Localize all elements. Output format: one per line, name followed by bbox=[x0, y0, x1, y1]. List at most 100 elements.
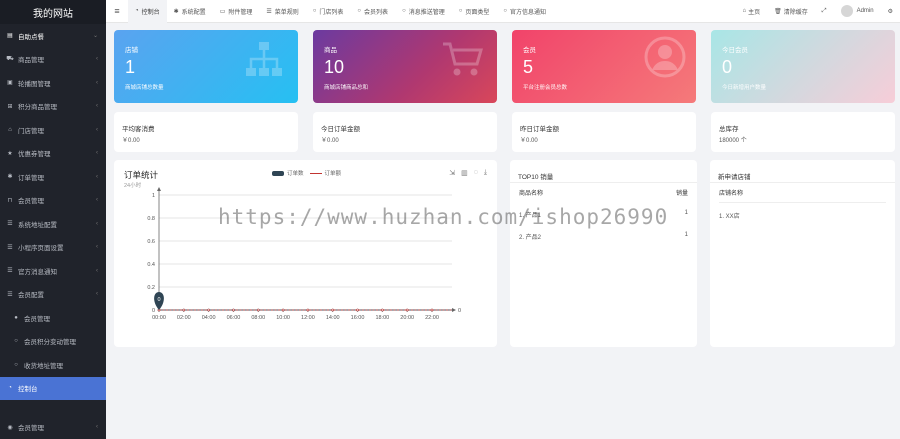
card-value: 5 bbox=[523, 57, 534, 77]
tab-0[interactable]: ◔ 控制台 bbox=[128, 0, 167, 23]
sidebar-item-label: 会员管理 bbox=[18, 425, 44, 433]
tab-label: 菜单规则 bbox=[274, 9, 299, 16]
user-menu[interactable]: Admin bbox=[834, 5, 881, 17]
sidebar-item-14[interactable]: ○ 收货地址管理 bbox=[0, 353, 106, 377]
stat-card-products[interactable]: 商品 10 商城店铺商品总和 bbox=[313, 30, 497, 103]
info-value: 180000 个 bbox=[719, 138, 747, 144]
app: 我的网站 ▤ 自助点餐 ⌄ ⛟ 商品管理 ‹ ▣ 轮播图管理 ‹ ⊞ 积分商品管理 ‹ ⌂ 门店管理 ‹ ★ 优… bbox=[0, 0, 900, 439]
chevron-left-icon: ‹ bbox=[96, 424, 98, 431]
tab-3[interactable]: ☰ 菜单规则 bbox=[259, 0, 305, 23]
sidebar-item-label: 优惠券管理 bbox=[18, 151, 51, 159]
list-item[interactable]: 1. XX店 bbox=[719, 211, 740, 220]
card-desc: 商城店铺总数量 bbox=[125, 85, 164, 91]
chevron-left-icon: ‹ bbox=[96, 126, 98, 133]
sidebar-item-label: 官方消息通知 bbox=[18, 268, 57, 276]
menu-toggle-icon[interactable]: ≡ bbox=[106, 6, 128, 16]
order-chart-panel: 0 0.2 0.4 0.6 0.8 1 00:00 02:00 04:00 06:00 08:00 1… bbox=[114, 160, 497, 347]
sidebar-item-13[interactable]: ○ 会员积分变动管理 bbox=[0, 330, 106, 354]
sidebar-item-label: 积分商品管理 bbox=[18, 104, 57, 112]
info-card-stock: 总库存 180000 个 bbox=[711, 112, 895, 152]
sidebar-item-3[interactable]: ⊞ 积分商品管理 ‹ bbox=[0, 95, 106, 119]
tab-label: 会员列表 bbox=[364, 9, 389, 16]
download-icon[interactable]: ⤓ bbox=[484, 169, 487, 177]
sitemap-icon bbox=[246, 42, 282, 76]
stat-card-members[interactable]: 会员 5 平台注册会员总数 bbox=[512, 30, 696, 103]
data-point bbox=[381, 308, 384, 312]
tab-7[interactable]: ○ 页面类型 bbox=[452, 0, 497, 23]
tab-1[interactable]: ✱ 系统配置 bbox=[167, 0, 213, 23]
sidebar-item-6[interactable]: ✱ 订单管理 ‹ bbox=[0, 165, 106, 189]
legend-label-amount[interactable]: 订单额 bbox=[325, 169, 342, 177]
divider bbox=[719, 202, 886, 203]
chevron-left-icon: ‹ bbox=[96, 79, 98, 86]
sidebar-item-7[interactable]: ⊓ 会员管理 ‹ bbox=[0, 189, 106, 213]
sidebar-item-15[interactable]: ◔ 控制台 bbox=[0, 376, 106, 400]
tab-5[interactable]: ○ 会员列表 bbox=[350, 0, 395, 23]
sidebar-item-5[interactable]: ★ 优惠券管理 ‹ bbox=[0, 142, 106, 166]
tab-label: 门店列表 bbox=[319, 9, 344, 16]
sidebar-item-8[interactable]: ☰ 系统地址配置 ‹ bbox=[0, 212, 106, 236]
sidebar-item-label: 收货地址管理 bbox=[24, 362, 63, 370]
tab-2[interactable]: ▭ 附件管理 bbox=[213, 0, 260, 23]
tab-8[interactable]: ○ 官方信息通知 bbox=[496, 0, 553, 23]
sidebar-item-9[interactable]: ☰ 小程序页面设置 ‹ bbox=[0, 236, 106, 260]
tab-6[interactable]: ○ 消息推送管理 bbox=[395, 0, 452, 23]
x-tick-label: 12:00 bbox=[301, 315, 315, 321]
clear-cache-button[interactable]: 🗑 清除缓存 bbox=[767, 7, 815, 16]
data-point bbox=[306, 308, 310, 312]
info-value: ￥0.00 bbox=[122, 138, 140, 144]
sidebar-item-label: 自助点餐 bbox=[18, 33, 44, 41]
legend-label-orders[interactable]: 订单数 bbox=[287, 169, 304, 177]
tab-label: 控制台 bbox=[141, 9, 160, 16]
row-sales: 1 bbox=[684, 210, 688, 216]
bar-chart-icon[interactable]: ▥ bbox=[461, 169, 468, 177]
sidebar-item-11[interactable]: ☰ 会员配置 ‹ bbox=[0, 283, 106, 307]
user-circle-icon bbox=[644, 36, 686, 78]
card-label: 店铺 bbox=[125, 47, 138, 54]
stat-card-stores[interactable]: 店铺 1 商城店铺总数量 bbox=[114, 30, 298, 103]
list-icon: ☰ bbox=[266, 8, 272, 15]
sidebar-item-12[interactable]: ● 会员管理 bbox=[0, 306, 106, 330]
chart-toolbox: ⇲ ▥ ◌ ⤓ bbox=[449, 169, 487, 177]
data-point bbox=[182, 308, 186, 312]
y-tick-label: 0.4 bbox=[147, 262, 155, 268]
sidebar-item-label: 门店管理 bbox=[18, 127, 44, 135]
panel-title: 新申请店铺 bbox=[718, 174, 751, 181]
tab-label: 附件管理 bbox=[228, 9, 253, 16]
sidebar-item-2[interactable]: ▣ 轮播图管理 ‹ bbox=[0, 71, 106, 95]
sidebar-item-member-bottom[interactable]: ◉ 会员管理 ‹ bbox=[0, 415, 106, 439]
restore-icon[interactable]: ◌ bbox=[474, 169, 478, 177]
y-tick-label: 0 bbox=[152, 308, 155, 314]
info-label: 昨日订单金额 bbox=[520, 126, 559, 133]
home-link[interactable]: ⌂ 主页 bbox=[736, 7, 768, 16]
sidebar-item-10[interactable]: ☰ 官方消息通知 ‹ bbox=[0, 259, 106, 283]
sidebar: 我的网站 ▤ 自助点餐 ⌄ ⛟ 商品管理 ‹ ▣ 轮播图管理 ‹ ⊞ 积分商品管理 ‹ ⌂ 门店管理 ‹ ★ 优… bbox=[0, 0, 106, 439]
chart-subtitle: 24小时 bbox=[124, 183, 142, 189]
sidebar-item-4[interactable]: ⌂ 门店管理 ‹ bbox=[0, 118, 106, 142]
line-chart-icon[interactable]: ⇲ bbox=[449, 169, 455, 177]
card-value: 1 bbox=[125, 57, 136, 77]
settings-button[interactable]: ⚙ bbox=[881, 8, 900, 15]
avatar bbox=[840, 5, 853, 17]
chevron-left-icon: ‹ bbox=[96, 173, 98, 180]
chart-title: 订单统计 bbox=[124, 170, 159, 180]
fullscreen-button[interactable]: ⤢ bbox=[815, 8, 834, 15]
sidebar-item-label: 小程序页面设置 bbox=[18, 245, 64, 253]
legend-swatch-amount[interactable] bbox=[309, 172, 322, 174]
tab-4[interactable]: ○ 门店列表 bbox=[306, 0, 351, 23]
sidebar-item-0[interactable]: ▤ 自助点餐 ⌄ bbox=[0, 24, 106, 48]
sidebar-item-label: 会员积分变动管理 bbox=[24, 339, 76, 347]
x-tick-label: 18:00 bbox=[375, 315, 389, 321]
new-stores-panel: 新申请店铺 店铺名称 1. XX店 bbox=[710, 160, 895, 347]
stat-card-today-members[interactable]: 今日会员 0 今日新增用户数量 bbox=[711, 30, 895, 103]
circle-icon: ○ bbox=[14, 361, 18, 368]
chevron-left-icon: ‹ bbox=[96, 267, 98, 274]
col-header-store-name: 店铺名称 bbox=[719, 191, 744, 197]
legend-swatch-orders[interactable] bbox=[272, 170, 284, 176]
data-point bbox=[207, 308, 210, 312]
sidebar-item-1[interactable]: ⛟ 商品管理 ‹ bbox=[0, 48, 106, 72]
info-value: ￥0.00 bbox=[520, 138, 538, 144]
table-row[interactable]: 2. 产品2 1 bbox=[519, 232, 688, 241]
chevron-left-icon: ‹ bbox=[96, 244, 98, 251]
x-tick-label: 08:00 bbox=[251, 315, 265, 321]
